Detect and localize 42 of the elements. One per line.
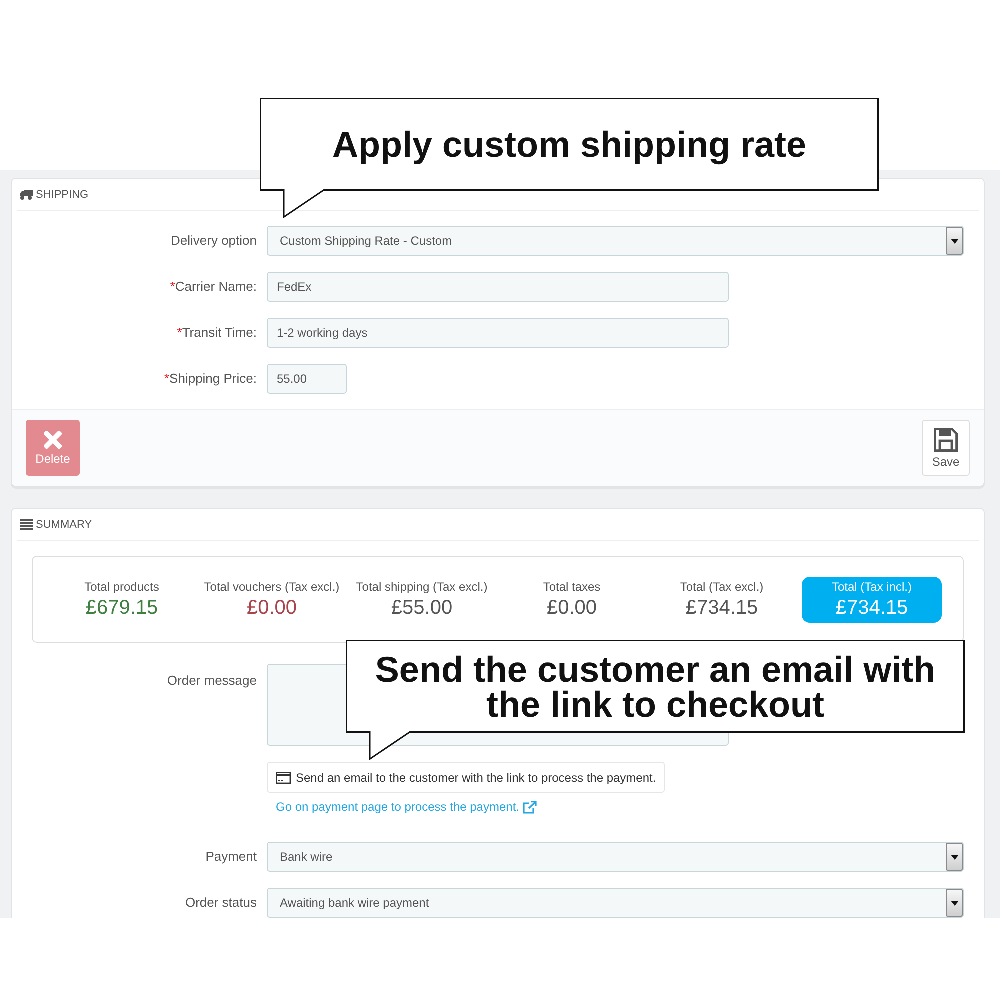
dropdown-field[interactable]: Bank wire: [267, 842, 964, 872]
field-label: Transit Time:: [182, 325, 257, 340]
field-label: Order message: [167, 673, 257, 688]
text-field[interactable]: 1-2 working days: [267, 318, 729, 348]
total-value: £734.15: [834, 596, 910, 621]
close-icon: [44, 430, 62, 448]
caret-icon: [946, 227, 963, 255]
field-label: Carrier Name:: [175, 279, 257, 294]
total-label: Total taxes: [542, 579, 602, 595]
text-field[interactable]: FedEx: [267, 272, 729, 302]
total-label: Total (Tax incl.): [830, 579, 914, 595]
send-email-button[interactable]: Send an email to the customer with the link to process the payment.: [267, 762, 666, 793]
external-link-icon: [523, 800, 538, 814]
total-value: £734.15: [684, 596, 760, 621]
required-mark: *: [177, 325, 182, 340]
total-value: £0.00: [546, 596, 598, 621]
truck-icon: [20, 190, 33, 200]
total-label: Total shipping (Tax excl.): [355, 579, 489, 595]
caret-icon: [946, 889, 963, 917]
field-label: Delivery option: [171, 233, 257, 248]
callout-tooltip: Send the customer an email with the link to checkout: [346, 640, 965, 760]
field-label: Order status: [185, 895, 257, 910]
total-label: Total products: [84, 579, 160, 595]
total-label: Total vouchers (Tax excl.): [203, 579, 341, 595]
total-value: £679.15: [84, 596, 160, 621]
required-mark: *: [164, 371, 170, 386]
caret-icon: [946, 843, 963, 871]
field-label: Shipping Price:: [170, 371, 257, 386]
total-label: Total (Tax excl.): [679, 579, 765, 595]
dropdown-field[interactable]: Awaiting bank wire payment: [267, 888, 964, 918]
credit-card-icon: [276, 772, 291, 784]
panel-title: SUMMARY: [36, 518, 92, 532]
panel-title: SHIPPING: [36, 188, 89, 202]
amount-field[interactable]: 55.00: [267, 364, 347, 394]
save-button[interactable]: Save: [922, 420, 970, 476]
total-value: £55.00: [390, 596, 454, 621]
total-value: £0.00: [246, 596, 298, 621]
field-label: Payment: [206, 849, 257, 864]
list-icon: [20, 519, 33, 530]
dropdown-field[interactable]: Custom Shipping Rate - Custom: [267, 226, 964, 256]
required-mark: *: [170, 279, 176, 294]
callout-tooltip: Apply custom shipping rate: [260, 98, 879, 218]
